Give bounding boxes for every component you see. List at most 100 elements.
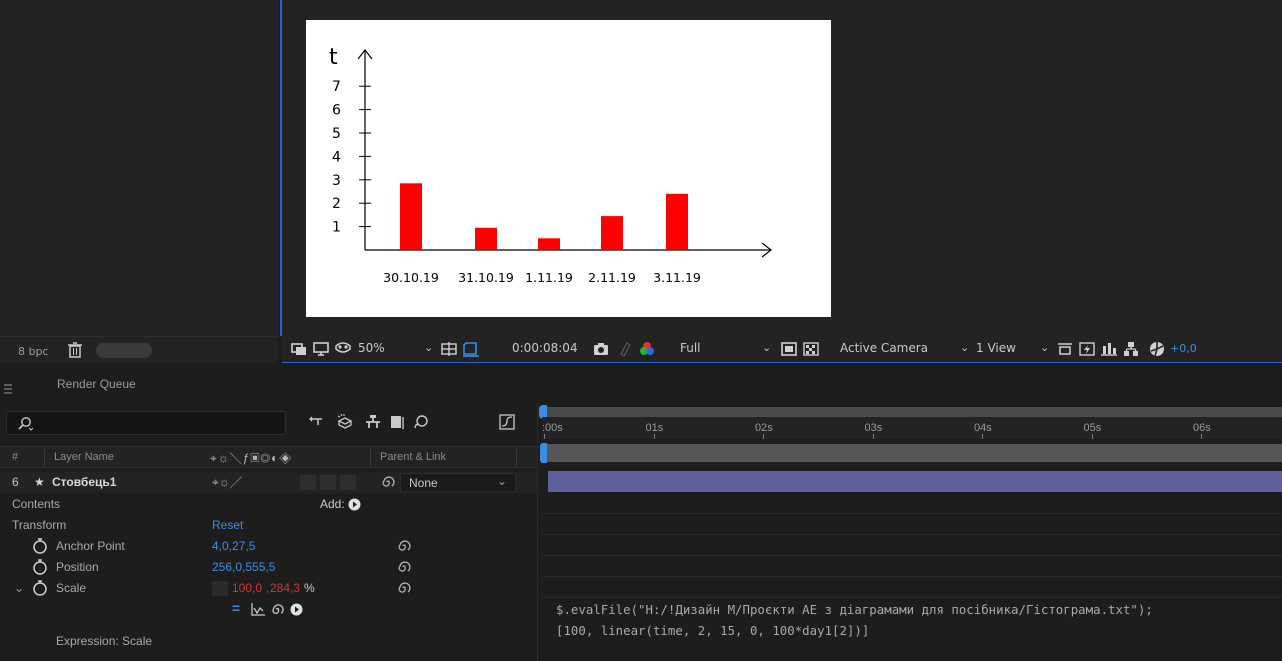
layer-name[interactable]: Стовбець1: [52, 475, 116, 489]
layer-row[interactable]: 6 ★ Стовбець1 ⌖☼╱ None ⌄: [0, 472, 537, 493]
flowchart-icon[interactable]: [1122, 340, 1140, 358]
toggle-pixel-aspect-icon[interactable]: [1056, 340, 1074, 358]
add-menu-icon[interactable]: [348, 498, 361, 511]
pick-whip-icon[interactable]: [396, 559, 412, 575]
expression-line-1[interactable]: $.evalFile("H:/!Дизайн М/Проєкти АЕ з ді…: [556, 602, 1153, 617]
draft-3d-icon[interactable]: [336, 413, 354, 431]
work-area-start-handle[interactable]: [540, 443, 547, 463]
panel-tab-bar: Render Queue: [0, 363, 1282, 403]
zoom-select[interactable]: 50%: [358, 341, 385, 355]
transparency-grid-icon[interactable]: [802, 340, 820, 358]
ruler-tick-mark: [544, 434, 545, 439]
comp-mini-flowchart-icon[interactable]: [308, 413, 326, 431]
stopwatch-icon[interactable]: [32, 537, 48, 554]
pick-whip-icon[interactable]: [380, 474, 396, 490]
resolution-select[interactable]: Full: [680, 341, 701, 355]
mask-visibility-icon[interactable]: [334, 340, 352, 358]
contents-label: Contents: [12, 497, 61, 511]
scale-y-value[interactable]: 284,3: [270, 581, 300, 595]
contents-row[interactable]: Contents Add:: [0, 494, 537, 515]
expression-pick-whip-icon[interactable]: [270, 602, 285, 617]
expression-label: Expression: Scale: [56, 634, 153, 648]
frame-blending-icon[interactable]: [388, 413, 406, 431]
anchor-point-value[interactable]: 4,0,27,5: [212, 539, 255, 553]
bar-3.11.19: [666, 193, 688, 250]
reset-link[interactable]: Reset: [212, 518, 243, 532]
expression-language-menu-icon[interactable]: [290, 603, 303, 616]
bit-depth-button[interactable]: 8 bpc: [18, 345, 49, 358]
timeline-graph-panel[interactable]: :00s 01s 02s 03s 04s 05s 06s $.evalFile("H:/!Д…: [537, 403, 1282, 661]
pick-whip-icon[interactable]: [396, 538, 412, 554]
ruler-tick-label: 04s: [974, 422, 992, 434]
parent-value: None: [409, 476, 438, 490]
transform-row[interactable]: Transform Reset: [0, 515, 537, 536]
panel-menu-icon[interactable]: [4, 384, 12, 394]
row-divider: [542, 534, 1282, 535]
project-footer: 8 bpc: [0, 336, 278, 363]
ruler-tick-label: 02s: [755, 422, 773, 434]
row-divider: [542, 555, 1282, 556]
y-tick-label: 2: [332, 196, 341, 212]
search-input[interactable]: [6, 411, 286, 435]
column-layer-name[interactable]: Layer Name: [54, 451, 114, 463]
column-index: #: [12, 451, 19, 463]
work-area-bar[interactable]: [542, 444, 1282, 462]
expression-enable-icon[interactable]: =: [232, 600, 240, 616]
column-parent-link[interactable]: Parent & Link: [380, 451, 446, 463]
bar-30.10.19: [400, 183, 422, 250]
ruler-tick-mark: [1091, 434, 1093, 439]
exposure-reset-icon[interactable]: [1148, 340, 1166, 358]
chevron-down-icon[interactable]: ⌄: [762, 341, 771, 354]
position-value[interactable]: 256,0,555,5: [212, 560, 275, 574]
views-select[interactable]: 1 View: [976, 341, 1016, 355]
monitor-icon[interactable]: [312, 340, 330, 358]
always-preview-icon[interactable]: [290, 340, 308, 358]
shy-layers-icon[interactable]: [364, 413, 382, 431]
scale-row[interactable]: ⌄ Scale 100,0 , 284,3 %: [0, 578, 537, 599]
position-row[interactable]: Position 256,0,555,5: [0, 557, 537, 578]
chevron-down-icon[interactable]: ⌄: [1040, 341, 1049, 354]
color-channels-icon[interactable]: [638, 340, 656, 358]
scale-x-value[interactable]: 100,0: [232, 581, 262, 595]
expression-line-2[interactable]: [100, linear(time, 2, 15, 0, 100*day1[2]…: [556, 623, 869, 638]
layer-switches-icon[interactable]: ⌖☼╱: [212, 475, 242, 490]
fast-previews-icon[interactable]: [780, 340, 798, 358]
motion-blur-icon[interactable]: [412, 413, 430, 431]
layer-duration-bar[interactable]: [548, 471, 1282, 492]
add-label: Add:: [320, 497, 345, 511]
switch-box[interactable]: [340, 475, 356, 490]
grid-guide-icon[interactable]: [440, 340, 458, 358]
timeline-icon[interactable]: [1100, 340, 1118, 358]
pick-whip-icon[interactable]: [396, 580, 412, 596]
ruler-tick-mark: [653, 434, 655, 439]
chevron-down-icon[interactable]: ⌄: [14, 581, 24, 595]
expression-editor[interactable]: $.evalFile("H:/!Дизайн М/Проєкти АЕ з ді…: [556, 599, 1153, 641]
camera-snapshot-icon[interactable]: [592, 340, 610, 358]
switch-box[interactable]: [300, 475, 316, 490]
parent-select[interactable]: None ⌄: [400, 473, 516, 492]
constrain-proportions-box[interactable]: [212, 581, 228, 596]
switch-box[interactable]: [320, 475, 336, 490]
current-time[interactable]: 0:00:08:04: [512, 341, 578, 355]
anchor-point-label: Anchor Point: [56, 539, 125, 553]
anchor-point-row[interactable]: Anchor Point 4,0,27,5: [0, 536, 537, 557]
navigator-bar[interactable]: [542, 407, 1282, 417]
trash-icon[interactable]: [66, 341, 84, 359]
camera-select[interactable]: Active Camera: [840, 341, 928, 355]
time-ruler[interactable]: :00s 01s 02s 03s 04s 05s 06s: [542, 417, 1282, 439]
expression-row[interactable]: Expression: Scale: [0, 631, 537, 652]
exposure-value[interactable]: +0,0: [1170, 342, 1197, 355]
tab-render-queue[interactable]: Render Queue: [57, 377, 136, 391]
show-snapshot-icon[interactable]: [616, 340, 634, 358]
expression-graph-icon[interactable]: [250, 602, 266, 617]
fast-preview-toggle-icon[interactable]: [1078, 340, 1096, 358]
region-of-interest-icon[interactable]: [462, 340, 480, 358]
project-scrollbar[interactable]: [96, 343, 152, 358]
ruler-tick-label: 05s: [1083, 422, 1102, 434]
chevron-down-icon[interactable]: ⌄: [424, 341, 433, 354]
stopwatch-icon[interactable]: [32, 558, 48, 575]
chevron-down-icon[interactable]: ⌄: [960, 341, 969, 354]
stopwatch-icon[interactable]: [32, 579, 48, 596]
ruler-tick-label: 01s: [645, 422, 664, 434]
graph-editor-icon[interactable]: [498, 413, 516, 431]
